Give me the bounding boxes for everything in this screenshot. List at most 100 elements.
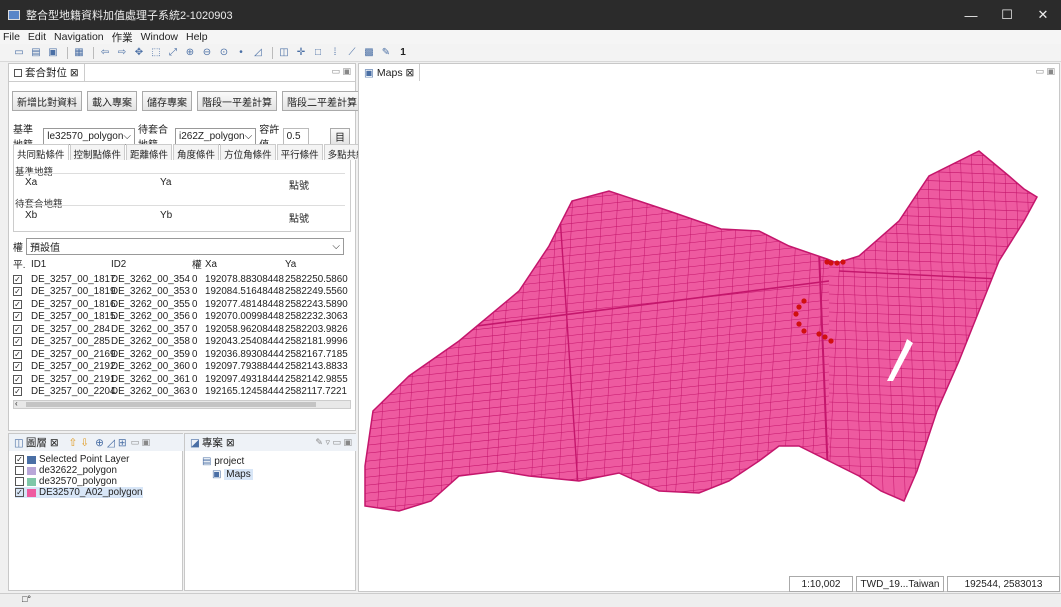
point-icon[interactable]: •: [234, 46, 248, 60]
selected-point[interactable]: [828, 260, 834, 266]
row-checkbox[interactable]: ✓: [13, 324, 22, 334]
target-layer-select[interactable]: i262Z_polygon ⌵: [175, 127, 257, 145]
back-arrow-icon[interactable]: ⇦: [98, 46, 112, 60]
zoom-out-icon[interactable]: ⊖: [200, 46, 214, 60]
table-row[interactable]: ✓ DE_3257_00_285 DE_3262_00_358 0 192043.254…: [13, 336, 351, 349]
measure-icon[interactable]: ◿: [251, 46, 265, 60]
project-tools-icons[interactable]: ✎ ▿ ▭ ▣: [315, 437, 352, 448]
menu-operations[interactable]: 作業: [112, 30, 133, 45]
zoom-box-icon[interactable]: ⊙: [217, 46, 231, 60]
selected-point[interactable]: [796, 304, 802, 310]
tab-azimuth[interactable]: 方位角條件: [220, 144, 276, 161]
panel-controls-icon[interactable]: ▭ ▣: [1035, 66, 1055, 77]
selected-point[interactable]: [796, 321, 802, 327]
selected-point[interactable]: [816, 331, 822, 337]
row-checkbox[interactable]: ✓: [13, 287, 22, 297]
row-checkbox[interactable]: ✓: [13, 349, 22, 359]
layer-item[interactable]: de32622_polygon: [15, 465, 143, 476]
selected-point[interactable]: [793, 311, 799, 317]
zoom-in-icon[interactable]: ⊕: [183, 46, 197, 60]
tolerance-input[interactable]: 0.5: [282, 127, 309, 145]
selected-point[interactable]: [801, 298, 807, 304]
layer-checkbox[interactable]: ✓: [15, 488, 24, 497]
tree-item-project[interactable]: ▤ project: [202, 456, 253, 467]
save-project-button[interactable]: 儲存專案: [142, 91, 192, 111]
save-icon[interactable]: ▣: [46, 46, 60, 60]
col-header-id1[interactable]: ID1: [26, 259, 111, 270]
layer-toolbar-icons[interactable]: ⇧ ⇩: [69, 437, 90, 449]
tab-control-point[interactable]: 控制點條件: [69, 144, 126, 161]
tab-maps[interactable]: ▣ Maps ⊠: [359, 64, 421, 81]
maximize-button[interactable]: ☐: [989, 0, 1025, 30]
open-icon[interactable]: ▤: [29, 46, 43, 60]
scroll-thumb[interactable]: [26, 402, 316, 407]
tree-item-maps[interactable]: ▣ Maps: [212, 469, 253, 480]
add-compare-button[interactable]: 新增比對資料: [12, 91, 82, 111]
scroll-left-icon[interactable]: ‹: [15, 399, 18, 408]
row-checkbox[interactable]: ✓: [13, 387, 22, 397]
layer-tools-icons[interactable]: ⊕ ◿ ⊞: [95, 437, 127, 449]
map-canvas[interactable]: [359, 81, 1059, 591]
selected-point[interactable]: [828, 338, 834, 344]
curve-icon[interactable]: ⟋: [345, 46, 359, 60]
table-row[interactable]: ✓ DE_3257_00_1815 DE_3262_00_356 0 192070.00…: [13, 311, 351, 324]
minimize-button[interactable]: —: [953, 0, 989, 30]
table-row[interactable]: ✓ DE_3257_00_2191 DE_3262_00_361 0 192097.49…: [13, 373, 351, 386]
table-row[interactable]: ✓ DE_3257_00_2192 DE_3262_00_360 0 192097.79…: [13, 361, 351, 374]
layer-checkbox[interactable]: [15, 477, 24, 486]
layer-checkbox[interactable]: [15, 466, 24, 475]
layer-item[interactable]: de32570_polygon: [15, 476, 143, 487]
horizontal-scrollbar[interactable]: ‹: [13, 399, 351, 409]
table-row[interactable]: ✓ DE_3257_00_1816 DE_3262_00_355 0 192077.48…: [13, 298, 351, 311]
stage1-adjust-button[interactable]: 階段一平差計算: [197, 91, 277, 111]
tab-parallel[interactable]: 平行條件: [276, 144, 323, 161]
tolerance-button[interactable]: 目: [330, 127, 350, 145]
pan-icon[interactable]: ✥: [132, 46, 146, 60]
line-icon[interactable]: ⁞: [328, 46, 342, 60]
tab-angle[interactable]: 角度條件: [173, 144, 220, 161]
menu-help[interactable]: Help: [186, 31, 208, 43]
layer-checkbox[interactable]: ✓: [15, 455, 24, 464]
row-checkbox[interactable]: ✓: [13, 362, 22, 372]
row-checkbox[interactable]: ✓: [13, 274, 22, 284]
menu-edit[interactable]: Edit: [28, 31, 46, 43]
col-header-ya[interactable]: Ya: [285, 259, 351, 270]
layer-item[interactable]: ✓ Selected Point Layer: [15, 454, 143, 465]
close-button[interactable]: ✕: [1025, 0, 1061, 30]
tab-alignment[interactable]: 套合對位 ⊠: [9, 64, 85, 81]
stage2-adjust-button[interactable]: 階段二平差計算: [282, 91, 362, 111]
menu-file[interactable]: File: [3, 31, 20, 43]
col-header-xa[interactable]: Xa: [205, 259, 285, 270]
table-row[interactable]: ✓ DE_3257_00_2169 DE_3262_00_359 0 192036.89…: [13, 348, 351, 361]
col-header-weight[interactable]: 權: [192, 257, 205, 271]
selected-point[interactable]: [840, 259, 846, 265]
base-layer-select[interactable]: le32570_polygon ⌵: [43, 127, 135, 145]
row-checkbox[interactable]: ✓: [13, 299, 22, 309]
load-project-button[interactable]: 載入專案: [87, 91, 137, 111]
forward-arrow-icon[interactable]: ⇨: [115, 46, 129, 60]
tab-project[interactable]: ◪ 專案 ⊠ ✎ ▿ ▭ ▣: [185, 434, 357, 451]
table-row[interactable]: ✓ DE_3257_00_1817 DE_3262_00_354 0 192078.88…: [13, 273, 351, 286]
select-icon[interactable]: ⬚: [149, 46, 163, 60]
row-checkbox[interactable]: ✓: [13, 312, 22, 322]
one-dropdown[interactable]: 1: [396, 46, 410, 60]
row-checkbox[interactable]: ✓: [13, 374, 22, 384]
tab-common-point[interactable]: 共同點條件: [13, 144, 69, 161]
menu-navigation[interactable]: Navigation: [54, 31, 104, 43]
table-row[interactable]: ✓ DE_3257_00_1819 DE_3262_00_353 0 192084.51…: [13, 286, 351, 299]
col-header-flag[interactable]: 平.: [13, 257, 26, 271]
col-header-id2[interactable]: ID2: [111, 259, 192, 270]
tab-distance[interactable]: 距離條件: [126, 144, 173, 161]
tool-icon[interactable]: ✎: [379, 46, 393, 60]
new-file-icon[interactable]: ▭: [12, 46, 26, 60]
layer-item[interactable]: ✓ DE32570_A02_polygon: [15, 487, 143, 498]
selected-point[interactable]: [822, 334, 828, 340]
tab-layers[interactable]: ◫ 圖層 ⊠ ⇧ ⇩ ⊕ ◿ ⊞ ▭ ▣: [9, 434, 184, 451]
row-checkbox[interactable]: ✓: [13, 337, 22, 347]
crs-readout[interactable]: TWD_19...Taiwan: [856, 576, 944, 592]
layer-icon[interactable]: ◫: [277, 46, 291, 60]
panel-controls-icon[interactable]: ▭ ▣: [131, 437, 151, 448]
rectangle-icon[interactable]: □: [311, 46, 325, 60]
grid-icon[interactable]: ▩: [362, 46, 376, 60]
selected-point[interactable]: [834, 260, 840, 266]
